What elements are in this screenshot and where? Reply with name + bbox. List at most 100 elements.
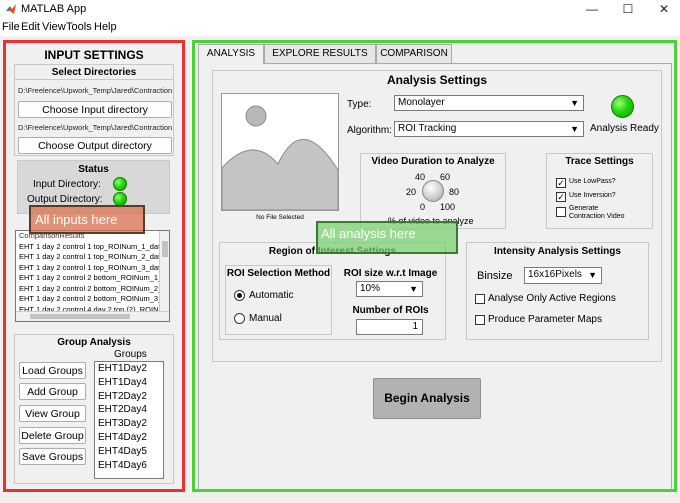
- output-directory-label: Output Directory:: [27, 194, 103, 205]
- input-directory-label: Input Directory:: [33, 179, 101, 190]
- active-regions-label: Analyse Only Active Regions: [488, 293, 616, 304]
- roi-size-dropdown[interactable]: 10% ▼: [356, 281, 423, 297]
- list-item[interactable]: EHT4Day6: [95, 459, 163, 473]
- manual-label: Manual: [249, 313, 282, 324]
- tab-explore-results[interactable]: EXPLORE RESULTS: [264, 44, 376, 63]
- begin-analysis-button[interactable]: Begin Analysis: [373, 378, 481, 419]
- chevron-down-icon: ▼: [570, 98, 579, 108]
- num-rois-label: Number of ROIs: [352, 305, 429, 316]
- maximize-icon[interactable]: ☐: [618, 1, 638, 17]
- menu-help[interactable]: Help: [94, 21, 117, 33]
- groups-list[interactable]: EHT1Day2 EHT1Day4 EHT2Day2 EHT2Day4 EHT3…: [94, 361, 164, 479]
- tab-comparison[interactable]: COMPARISON: [376, 44, 452, 63]
- annotation-inputs: All inputs here: [29, 205, 145, 234]
- view-group-button[interactable]: View Group: [19, 405, 86, 422]
- list-item[interactable]: EHT4Day5: [95, 445, 163, 459]
- menu-edit[interactable]: Edit: [21, 21, 40, 33]
- list-item[interactable]: EHT 1 day 2 control 2 bottom_ROINum_1_c: [16, 273, 169, 284]
- image-placeholder-icon: [221, 105, 339, 211]
- list-item[interactable]: EHT2Day4: [95, 403, 163, 417]
- add-group-button[interactable]: Add Group: [19, 383, 86, 400]
- minimize-icon[interactable]: —: [582, 1, 602, 17]
- analysis-settings-title: Analysis Settings: [386, 73, 488, 87]
- input-status-led-icon: [113, 177, 127, 191]
- automatic-radio[interactable]: [234, 290, 245, 301]
- manual-radio[interactable]: [234, 313, 245, 324]
- chevron-down-icon: ▼: [588, 270, 597, 280]
- file-list[interactable]: ComparisonResults EHT 1 day 2 control 1 …: [15, 230, 170, 322]
- input-settings-panel: INPUT SETTINGS Select Directories D:\Fre…: [11, 44, 177, 492]
- parameter-maps-label: Produce Parameter Maps: [488, 314, 602, 325]
- matlab-logo-icon: [6, 4, 16, 14]
- list-item[interactable]: EHT4Day2: [95, 431, 163, 445]
- knob-tick-80: 80: [449, 187, 460, 197]
- type-dropdown[interactable]: Monolayer ▼: [394, 95, 584, 111]
- list-item[interactable]: EHT1Day2: [95, 362, 163, 376]
- divider: [15, 79, 173, 80]
- status-title: Status: [78, 164, 109, 175]
- vertical-scrollbar[interactable]: [159, 231, 169, 311]
- num-rois-input[interactable]: 1: [356, 319, 423, 335]
- lowpass-checkbox[interactable]: ✓: [556, 178, 566, 188]
- delete-group-button[interactable]: Delete Group: [19, 427, 86, 444]
- chevron-down-icon: ▼: [409, 284, 418, 294]
- video-duration-title: Video Duration to Analyze: [371, 156, 495, 167]
- annotation-inputs-text: All inputs here: [35, 212, 118, 227]
- window-title: MATLAB App: [21, 3, 87, 15]
- contraction-video-label-1: Generate: [569, 205, 599, 212]
- list-item[interactable]: EHT 1 day 2 control 2 bottom_ROINum_2_c: [16, 284, 169, 295]
- menu-view[interactable]: View: [42, 21, 66, 33]
- select-directories-title: Select Directories: [51, 67, 137, 78]
- menu-file[interactable]: File: [2, 21, 20, 33]
- knob-tick-0: 0: [420, 202, 426, 212]
- binsize-dropdown[interactable]: 16x16Pixels ▼: [524, 267, 602, 284]
- group-analysis-group: Group Analysis Groups Load Groups Add Gr…: [14, 334, 174, 484]
- algorithm-dropdown[interactable]: ROI Tracking ▼: [394, 121, 584, 137]
- choose-output-directory-button[interactable]: Choose Output directory: [18, 137, 172, 154]
- contraction-video-checkbox[interactable]: [556, 207, 566, 217]
- list-item[interactable]: EHT 1 day 2 control 1 top_ROINum_2_data: [16, 252, 169, 263]
- scrollbar-thumb[interactable]: [162, 241, 168, 257]
- list-item[interactable]: EHT1Day4: [95, 376, 163, 390]
- inversion-checkbox[interactable]: ✓: [556, 192, 566, 202]
- horizontal-scrollbar[interactable]: [16, 311, 169, 321]
- roi-method-title: ROI Selection Method: [226, 268, 331, 279]
- title-bar: MATLAB App — ☐ ✕: [0, 0, 680, 19]
- roi-size-label: ROI size w.r.t Image: [343, 268, 438, 279]
- annotation-analysis-text: All analysis here: [321, 226, 416, 241]
- knob-tick-60: 60: [440, 172, 451, 182]
- group-analysis-title: Group Analysis: [57, 337, 131, 348]
- list-item[interactable]: EHT3Day2: [95, 417, 163, 431]
- menu-bar: File Edit View Tools Help: [0, 19, 680, 36]
- scrollbar-thumb[interactable]: [30, 314, 130, 319]
- type-label: Type:: [347, 99, 372, 110]
- active-regions-checkbox[interactable]: [475, 294, 485, 304]
- roi-method-group: ROI Selection Method Automatic Manual: [225, 265, 332, 335]
- analysis-settings-group: Analysis Settings No File Selected Type:…: [212, 70, 662, 362]
- choose-input-directory-button[interactable]: Choose Input directory: [18, 101, 172, 118]
- load-groups-button[interactable]: Load Groups: [19, 362, 86, 379]
- trace-settings-title: Trace Settings: [565, 156, 634, 167]
- contraction-video-label-2: Contraction Video: [569, 213, 625, 220]
- parameter-maps-checkbox[interactable]: [475, 315, 485, 325]
- video-duration-group: Video Duration to Analyze 40 60 20 80 0 …: [360, 153, 506, 229]
- chevron-down-icon: ▼: [570, 124, 579, 134]
- automatic-label: Automatic: [249, 290, 294, 301]
- tab-analysis[interactable]: ANALYSIS: [198, 44, 264, 64]
- list-item[interactable]: EHT2Day2: [95, 390, 163, 404]
- duration-knob[interactable]: [422, 180, 444, 202]
- list-item[interactable]: EHT 1 day 2 control 1 top_ROINum_1_data: [16, 242, 169, 253]
- close-icon[interactable]: ✕: [654, 1, 674, 17]
- knob-tick-20: 20: [406, 187, 417, 197]
- list-item[interactable]: EHT 1 day 2 control 2 bottom_ROINum_3_c: [16, 294, 169, 305]
- input-settings-title: INPUT SETTINGS: [44, 48, 144, 62]
- save-groups-button[interactable]: Save Groups: [19, 448, 86, 465]
- menu-tools[interactable]: Tools: [66, 21, 92, 33]
- app-content: INPUT SETTINGS Select Directories D:\Fre…: [0, 36, 680, 503]
- trace-settings-group: Trace Settings ✓ Use LowPass? ✓ Use Inve…: [546, 153, 653, 229]
- roi-size-value: 10%: [360, 283, 381, 294]
- intensity-settings-title: Intensity Analysis Settings: [494, 246, 621, 257]
- list-item[interactable]: EHT 1 day 2 control 1 top_ROINum_3_data: [16, 263, 169, 274]
- algorithm-label: Algorithm:: [347, 125, 393, 136]
- knob-tick-40: 40: [415, 172, 426, 182]
